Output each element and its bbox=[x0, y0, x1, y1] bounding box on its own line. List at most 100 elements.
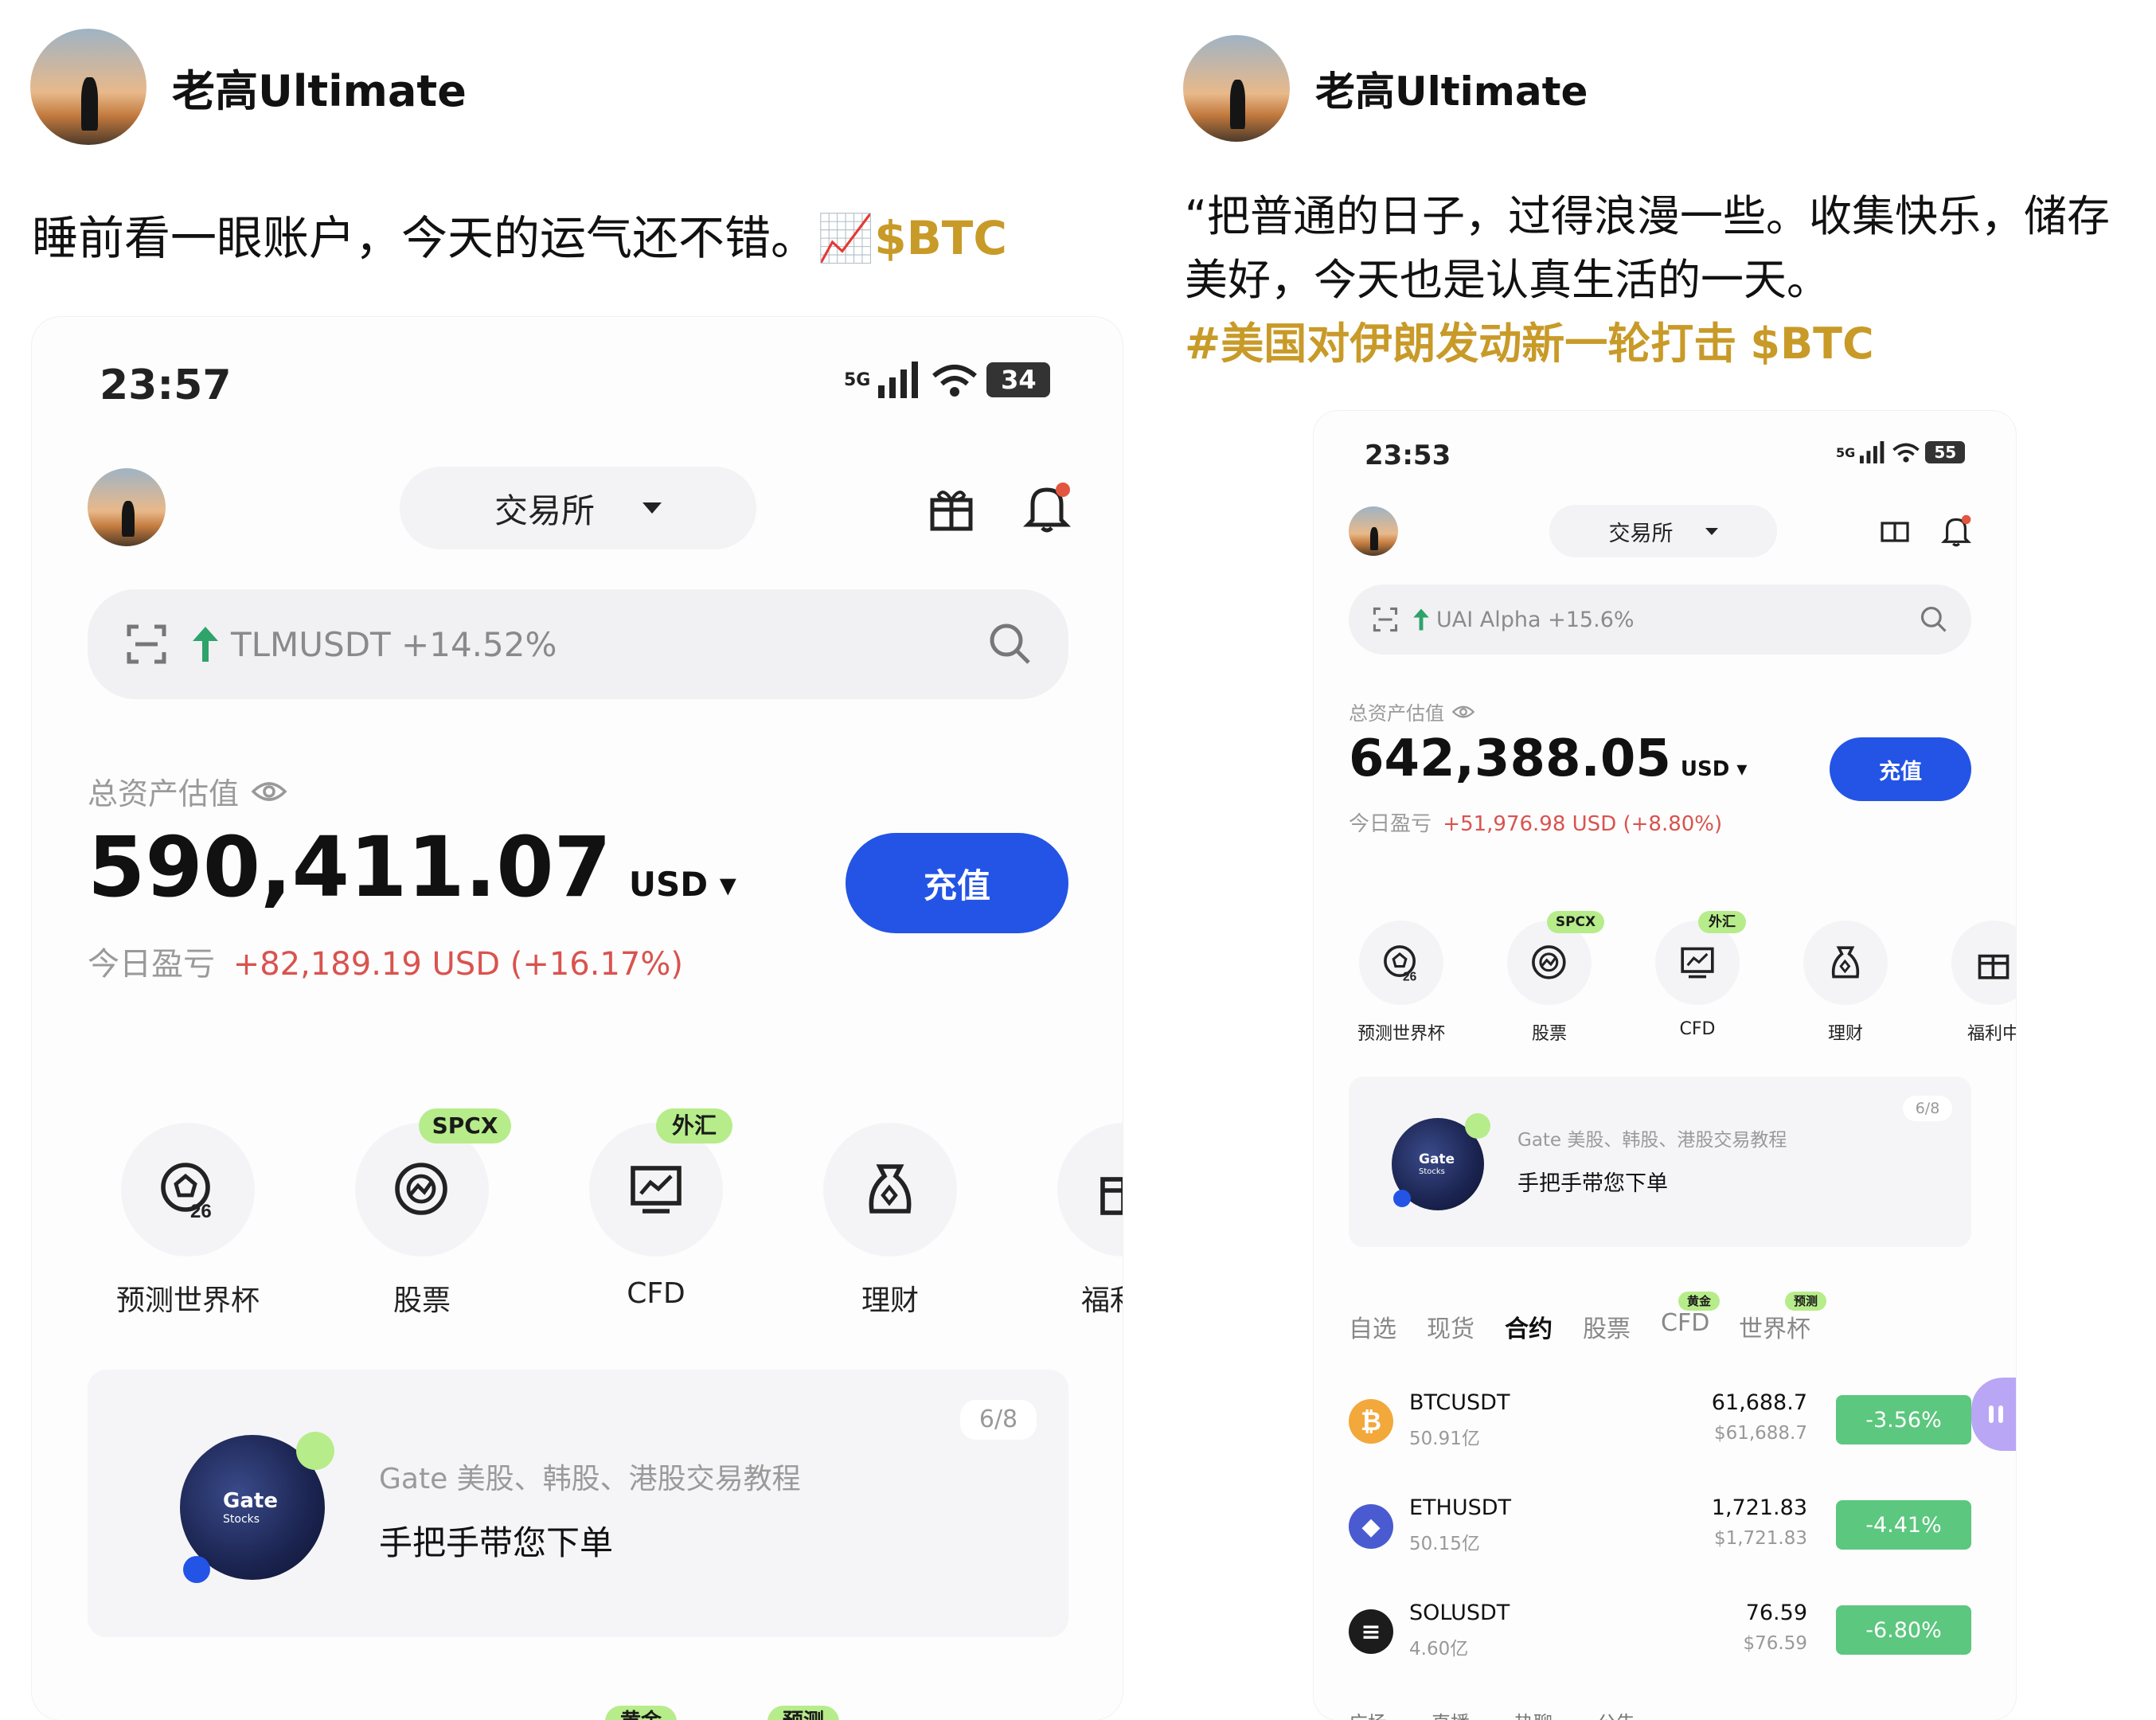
wealth-bag-icon bbox=[869, 1164, 912, 1214]
market-row-eth[interactable]: ◆ ETHUSDT 50.15亿 1,721.83 $1,721.83 -4.4… bbox=[1349, 1491, 1971, 1562]
feed-tab[interactable]: 热聊 bbox=[1514, 1707, 1553, 1720]
market-symbol: BTCUSDT bbox=[1409, 1390, 1510, 1415]
quick-label: 股票 bbox=[1531, 1024, 1567, 1044]
search-icon[interactable] bbox=[989, 623, 1032, 666]
post-caption-line: 美好，今天也是认真生活的一天。 bbox=[1185, 255, 1830, 305]
market-symbol: ETHUSDT bbox=[1409, 1495, 1512, 1520]
market-change[interactable]: -4.41% bbox=[1836, 1500, 1971, 1550]
author-name[interactable]: 老高Ultimate bbox=[1315, 60, 1588, 117]
quick-label: 预测世界杯 bbox=[115, 1284, 260, 1317]
quick-label: CFD bbox=[627, 1277, 685, 1310]
status-time: 23:57 bbox=[100, 362, 232, 409]
banner-art-text: Gate bbox=[223, 1489, 278, 1513]
promo-banner[interactable]: Gate Stocks Gate 美股、韩股、港股交易教程 手把手带您下单 6/… bbox=[88, 1370, 1068, 1637]
search-bar[interactable]: TLMUSDT +14.52% bbox=[88, 589, 1068, 699]
quick-item-welfare[interactable]: 福利中 bbox=[1029, 1123, 1123, 1319]
quick-badge: SPCX bbox=[1547, 911, 1604, 933]
signal-icon bbox=[878, 362, 919, 398]
author-avatar[interactable] bbox=[30, 29, 146, 145]
market-change[interactable]: -3.56% bbox=[1836, 1395, 1971, 1444]
tab-badge: 预测 bbox=[767, 1706, 839, 1720]
tab-cfd[interactable]: CFD 黄金 bbox=[1661, 1292, 1720, 1337]
eye-icon[interactable] bbox=[252, 780, 287, 803]
quick-label: 理财 bbox=[1827, 1024, 1863, 1044]
promo-banner[interactable]: Gate Stocks Gate 美股、韩股、港股交易教程 手把手带您下单 6/… bbox=[1349, 1077, 1971, 1247]
network-label: 5G bbox=[1836, 444, 1856, 460]
left-post: 老高Ultimate 睡前看一眼账户，今天的运气还不错。📈$BTC 23:57 … bbox=[0, 0, 1146, 1720]
quick-badge: SPCX bbox=[419, 1108, 511, 1143]
post-author[interactable]: 老高Ultimate bbox=[1183, 35, 1588, 142]
search-bar[interactable]: UAI Alpha +15.6% bbox=[1349, 584, 1971, 655]
author-avatar[interactable] bbox=[1183, 35, 1290, 142]
network-label: 5G bbox=[844, 369, 871, 390]
scan-icon[interactable] bbox=[126, 624, 167, 665]
post-text: “把普通的日子，过得浪漫一些。收集快乐，储存 美好，今天也是认真生活的一天。 #… bbox=[1185, 185, 2156, 376]
market-row-sol[interactable]: ≡ SOLUSDT 4.60亿 76.59 $76.59 -6.80% bbox=[1349, 1596, 1971, 1667]
search-trending-ticker: UAI Alpha +15.6% bbox=[1436, 607, 1635, 632]
quick-item-stocks[interactable]: SPCX 股票 bbox=[1494, 911, 1605, 1045]
exchange-selector[interactable]: 交易所 bbox=[1549, 505, 1777, 557]
bell-icon[interactable] bbox=[1939, 513, 1973, 549]
deposit-button[interactable]: 充值 bbox=[846, 833, 1068, 933]
panel-icon[interactable] bbox=[1879, 516, 1911, 548]
asset-label: 总资产估值 bbox=[1349, 698, 1474, 725]
tab-badge: 黄金 bbox=[1678, 1292, 1720, 1311]
quick-item-cfd[interactable]: 外汇 CFD bbox=[560, 1108, 752, 1310]
deposit-button[interactable]: 充值 bbox=[1830, 737, 1971, 801]
chevron-down-icon bbox=[643, 502, 662, 514]
feed-tab[interactable]: 广场 bbox=[1349, 1707, 1387, 1720]
total-balance: 642,388.05 USD ▾ bbox=[1349, 729, 1747, 788]
tab-stocks[interactable]: 股票 bbox=[1583, 1309, 1631, 1344]
quick-item-wealth[interactable]: 理财 bbox=[1790, 921, 1901, 1045]
market-fiat-price: $1,721.83 bbox=[1713, 1528, 1807, 1549]
market-volume: 50.91亿 bbox=[1409, 1429, 1480, 1449]
bell-icon[interactable] bbox=[1019, 478, 1075, 538]
eye-icon[interactable] bbox=[1452, 705, 1474, 719]
pnl-value: +82,189.19 USD (+16.17%) bbox=[232, 946, 683, 983]
battery-icon: 55 bbox=[1925, 441, 1966, 463]
quick-label: 预测世界杯 bbox=[1357, 1024, 1445, 1044]
tab-spot[interactable]: 现货 bbox=[1427, 1309, 1474, 1344]
feed-tab[interactable]: 直播 bbox=[1431, 1707, 1470, 1720]
profile-avatar[interactable] bbox=[1349, 506, 1398, 556]
right-post: 老高Ultimate “把普通的日子，过得浪漫一些。收集快乐，储存 美好，今天也… bbox=[1146, 0, 2156, 1720]
tab-watchlist[interactable]: 自选 bbox=[1349, 1309, 1396, 1344]
asset-label-text: 总资产估值 bbox=[88, 776, 240, 811]
status-icons: 5G 55 bbox=[1836, 441, 1966, 463]
tab-label: CFD bbox=[1661, 1309, 1710, 1337]
banner-title: 手把手带您下单 bbox=[1517, 1171, 1668, 1196]
profile-avatar[interactable] bbox=[88, 468, 166, 546]
currency-selector[interactable]: USD ▾ bbox=[1681, 757, 1748, 781]
floating-assistant-button[interactable] bbox=[1971, 1378, 2016, 1451]
btc-coin-icon: ₿ bbox=[1349, 1399, 1393, 1444]
tab-label: 合约 bbox=[1505, 1315, 1553, 1343]
author-name[interactable]: 老高Ultimate bbox=[172, 56, 467, 119]
feed-tab[interactable]: 公告 bbox=[1597, 1707, 1635, 1720]
ticker-link[interactable]: $BTC bbox=[874, 211, 1007, 265]
quick-item-stocks[interactable]: SPCX 股票 bbox=[326, 1108, 518, 1319]
currency-selector[interactable]: USD ▾ bbox=[629, 865, 736, 904]
tab-worldcup[interactable]: 世界杯 预测 bbox=[1739, 1292, 1826, 1344]
ticker-link[interactable]: $BTC bbox=[1750, 319, 1873, 369]
quick-item-cfd[interactable]: 外汇 CFD bbox=[1642, 911, 1753, 1039]
post-author[interactable]: 老高Ultimate bbox=[30, 29, 467, 145]
hashtag-link[interactable]: #美国对伊朗发动新一轮打击 bbox=[1185, 319, 1736, 369]
phone-screenshot: 23:53 5G 55 交易所 UAI Alpha +15.6% 总资产估值 6… bbox=[1314, 411, 2016, 1720]
tab-futures[interactable]: 合约 bbox=[1505, 1309, 1553, 1344]
quick-item-worldcup[interactable]: 26 预测世界杯 bbox=[1346, 921, 1457, 1045]
quick-item-wealth[interactable]: 理财 bbox=[795, 1123, 986, 1319]
banner-decor-dot bbox=[296, 1432, 334, 1470]
search-icon[interactable] bbox=[1920, 606, 1947, 633]
market-row-btc[interactable]: ₿ BTCUSDT 50.91亿 61,688.7 $61,688.7 -3.5… bbox=[1349, 1386, 1971, 1457]
scan-icon[interactable] bbox=[1373, 607, 1398, 632]
quick-item-welfare[interactable]: 福利中 bbox=[1938, 921, 2016, 1045]
banner-decor-dot bbox=[1465, 1113, 1490, 1139]
quick-item-worldcup[interactable]: 26 预测世界杯 bbox=[92, 1123, 283, 1319]
gift-icon[interactable] bbox=[924, 480, 979, 536]
market-change[interactable]: -6.80% bbox=[1836, 1605, 1971, 1655]
exchange-selector[interactable]: 交易所 bbox=[400, 467, 756, 549]
status-icons: 5G 34 bbox=[844, 362, 1051, 398]
post-text: 睡前看一眼账户，今天的运气还不错。📈$BTC bbox=[32, 201, 1007, 268]
banner-pager: 6/8 bbox=[1903, 1096, 1952, 1121]
market-volume: 50.15亿 bbox=[1409, 1534, 1480, 1554]
